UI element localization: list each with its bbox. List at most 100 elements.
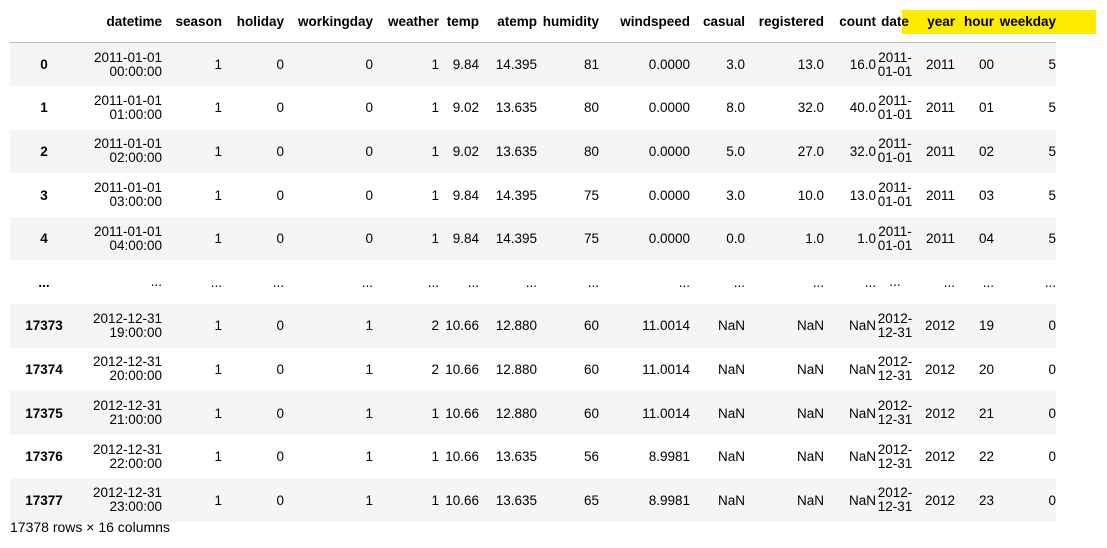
column-header-registered: registered [745,0,824,43]
cell-holiday: 0 [276,100,284,116]
cell-workingday: 0 [365,100,373,116]
row-index: ... [38,274,50,290]
cell-season: 1 [214,405,222,421]
cell-atemp: 12.880 [495,318,537,334]
cell-datetime: 2012-12-31 19:00:00 [78,304,162,348]
cell-date: 2011- 01-01 [876,130,914,174]
cell-hour: 04 [978,231,994,247]
cell-datetime: 2012-12-31 22:00:00 [78,435,162,479]
cell-holiday: 0 [276,405,284,421]
cell-season: 1 [214,100,222,116]
cell-datetime-line: 21:00:00 [109,412,162,428]
cell-date-line: 12-31 [877,412,913,428]
cell-weather: 1 [431,57,439,73]
cell-windspeed: 11.0014 [642,405,690,421]
notebook-output: datetime season holiday workingday weather te… [0,0,1107,548]
cell-season: ... [210,274,222,290]
cell-datetime: 2012-12-31 21:00:00 [78,391,162,435]
cell-humidity: 56 [583,449,599,465]
cell-weather: 1 [431,492,439,508]
cell-datetime-line: 03:00:00 [109,194,162,210]
cell-workingday: 1 [365,492,373,508]
cell-casual: NaN [717,492,745,508]
cell-holiday: 0 [276,143,284,159]
cell-weather: 1 [431,449,439,465]
row-index: 4 [40,231,48,247]
cell-date-line: 12-31 [877,499,913,515]
index-header [10,0,78,43]
column-header-weekday: weekday [994,0,1056,43]
cell-datetime-line: 2011-01-01 [93,92,162,108]
cell-date-line: 2011- [878,49,912,65]
cell-holiday: 0 [276,187,284,203]
cell-date-line: 01-01 [877,63,913,79]
column-header-datetime: datetime [78,0,162,43]
cell-year: 2012 [924,449,955,465]
cell-year: 2011 [925,57,955,73]
cell-datetime-line: 2012-12-31 [92,354,162,370]
cell-count: 32.0 [849,143,876,159]
cell-weekday: 5 [1048,231,1056,247]
cell-date: ... [876,260,914,304]
cell-datetime: ... [78,260,162,304]
cell-datetime: 2012-12-31 20:00:00 [78,348,162,392]
cell-weather: 1 [431,187,439,203]
cell-weather: 1 [431,143,439,159]
cell-datetime-line: 20:00:00 [109,368,162,384]
cell-weekday: 5 [1048,57,1056,73]
table-row: 0 2011-01-01 00:00:00 1 0 0 1 9.84 14.395 81 0.000… [10,42,1056,87]
cell-atemp: 12.880 [495,405,537,421]
shape-summary: 17378 rows × 16 columns [10,519,170,535]
cell-count: NaN [848,449,876,465]
cell-count: 40.0 [849,100,876,116]
cell-windspeed: 0.0000 [648,231,690,247]
row-index: 17376 [25,449,63,465]
cell-humidity: 81 [583,57,599,73]
cell-weekday: 0 [1048,361,1056,377]
cell-temp: 10.66 [445,449,479,465]
cell-date-line: 12-31 [877,368,913,384]
cell-datetime-line: 2011-01-01 [93,49,162,65]
cell-date-line: 2012- [877,354,913,370]
cell-humidity: 75 [583,231,599,247]
cell-season: 1 [214,231,222,247]
table-row: 17374 2012-12-31 20:00:00 1 0 1 2 10.66 12.880 60… [10,348,1056,392]
cell-datetime-line: 2012-12-31 [92,485,162,501]
cell-holiday: 0 [276,231,284,247]
cell-workingday: 0 [365,143,373,159]
cell-count: ... [864,274,876,290]
cell-workingday: 0 [365,231,373,247]
cell-casual: 3.0 [726,57,745,73]
column-header-humidity: humidity [537,0,599,43]
cell-temp: 10.66 [445,361,479,377]
cell-humidity: 80 [583,100,599,116]
cell-datetime-line: 01:00:00 [109,106,162,122]
cell-hour: 23 [978,492,994,508]
cell-count: 16.0 [849,57,876,73]
column-header-casual: casual [690,0,745,43]
cell-datetime-line: 2011-01-01 [93,180,162,196]
column-header-windspeed: windspeed [599,0,690,43]
table-row: 17375 2012-12-31 21:00:00 1 0 1 1 10.66 12.880 60… [10,391,1056,435]
cell-atemp: 14.395 [495,231,537,247]
cell-date-line: 2011- [878,223,912,239]
column-header-workingday: workingday [284,0,373,43]
cell-registered: ... [812,274,824,290]
cell-windspeed: 0.0000 [648,143,690,159]
cell-windspeed: 11.0014 [642,361,690,377]
cell-datetime-line: ... [150,274,162,290]
cell-registered: 32.0 [797,100,824,116]
cell-atemp: 12.880 [495,361,537,377]
cell-registered: NaN [796,361,824,377]
cell-workingday: ... [361,274,373,290]
cell-weather: 1 [431,100,439,116]
cell-count: 13.0 [849,187,876,203]
cell-weather: 2 [431,361,439,377]
cell-datetime: 2012-12-31 23:00:00 [78,478,162,522]
cell-temp: 9.84 [452,231,479,247]
cell-date: 2012- 12-31 [876,478,914,522]
cell-date: 2012- 12-31 [876,304,914,348]
cell-workingday: 1 [365,449,373,465]
cell-holiday: 0 [276,57,284,73]
row-index: 17373 [25,318,63,334]
